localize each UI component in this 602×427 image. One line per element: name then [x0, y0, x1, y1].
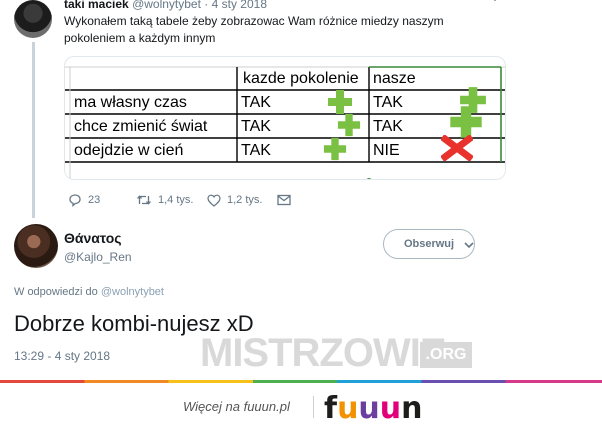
- reply-to-handle[interactable]: @wolnytybet: [101, 286, 164, 298]
- tweet-date[interactable]: · 4 sty 2018: [204, 0, 267, 11]
- reply-icon: [69, 194, 81, 207]
- cross-icon: [441, 135, 473, 161]
- reply-timestamp[interactable]: 13:29 - 4 sty 2018: [14, 349, 110, 363]
- like-count: 1,2 tys.: [227, 194, 263, 206]
- thread-line: [32, 42, 35, 218]
- chevron-down-icon[interactable]: [489, 0, 501, 4]
- table-header-kazde-pokolenie: kazde pokolenie: [243, 70, 359, 87]
- logo-letter: n: [401, 391, 423, 426]
- plus-icon: [337, 113, 361, 137]
- chevron-down-icon[interactable]: [462, 238, 476, 252]
- table-row-label: ma własny czas: [74, 94, 187, 111]
- table-header-nasze: nasze: [373, 70, 416, 87]
- table-cell: TAK: [241, 142, 271, 159]
- table-cell: NIE: [373, 142, 400, 159]
- fuuun-logo[interactable]: f u u u n: [324, 390, 423, 424]
- author-avatar[interactable]: [14, 0, 52, 38]
- retweet-action[interactable]: 1,4 tys.: [136, 191, 193, 209]
- reply-context: W odpowiedzi do @wolnytybet: [14, 286, 164, 298]
- plus-icon: [323, 137, 347, 161]
- table-cell: TAK: [373, 94, 403, 111]
- reply-author-avatar[interactable]: [14, 224, 58, 268]
- logo-letter: u: [358, 391, 380, 426]
- reply-count: 23: [88, 194, 101, 206]
- envelope-icon: [277, 194, 291, 206]
- plus-icon: [328, 90, 352, 114]
- reply-to-prefix: W odpowiedzi do: [14, 286, 98, 298]
- heart-icon: [207, 194, 221, 207]
- table-cell: TAK: [373, 118, 403, 135]
- retweet-count: 1,4 tys.: [158, 194, 194, 206]
- tweet-image-table[interactable]: kazde pokolenie nasze ma własny czas TAK…: [64, 56, 506, 180]
- tweet-text: Wykonałem taką tabele żeby zobrazowac Wa…: [64, 14, 444, 45]
- logo-letter: u: [337, 391, 359, 426]
- watermark-text: MISTRZOWIE: [200, 331, 447, 375]
- plus-icon: [450, 106, 482, 138]
- author-name[interactable]: taki maciek: [64, 0, 129, 11]
- footer-separator: [313, 396, 314, 418]
- table-row-label: chce zmienić świat: [74, 118, 208, 135]
- message-action[interactable]: [277, 191, 297, 209]
- tweet-header: taki maciek @wolnytybet · 4 sty 2018: [64, 0, 267, 11]
- like-action[interactable]: 1,2 tys.: [207, 191, 262, 209]
- retweet-icon: [137, 195, 151, 205]
- table-row-label: odejdzie w cień: [74, 142, 184, 159]
- rainbow-divider: [0, 380, 602, 383]
- watermark-suffix: .ORG: [420, 342, 472, 368]
- reply-action[interactable]: 23: [68, 191, 100, 209]
- footer-link[interactable]: Więcej na fuuun.pl: [183, 399, 290, 414]
- author-handle[interactable]: @wolnytybet: [132, 0, 201, 11]
- logo-letter: u: [379, 391, 402, 426]
- table-cell: TAK: [241, 94, 271, 111]
- reply-author-name[interactable]: Θάνατος: [64, 230, 122, 246]
- table-cell: TAK: [241, 118, 271, 135]
- logo-letter: f: [324, 391, 338, 426]
- reply-author-handle[interactable]: @Kajlo_Ren: [64, 250, 132, 264]
